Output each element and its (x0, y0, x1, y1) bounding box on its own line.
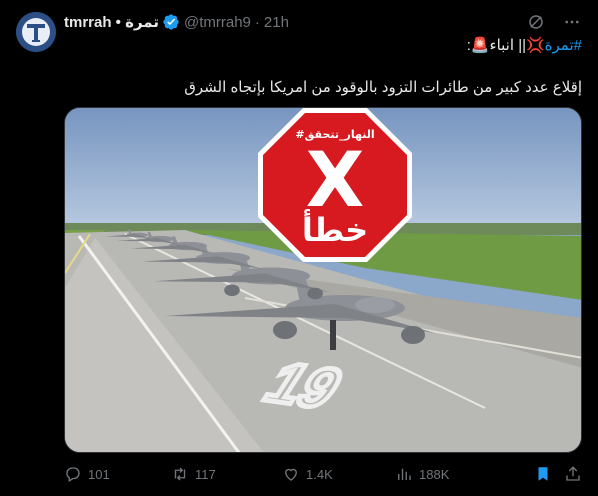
timestamp[interactable]: 21h (264, 14, 289, 31)
retweet-count: 117 (195, 466, 216, 482)
share-button[interactable] (564, 465, 582, 483)
tweet-prefix-text: 💢|| انباء🚨: (466, 37, 545, 54)
avatar[interactable] (16, 12, 56, 52)
action-bar: 101 117 1.4K 188K (64, 463, 582, 485)
hashtag-link[interactable]: #تمرة (545, 37, 582, 54)
author-name[interactable]: tmrrah • تمرة (64, 13, 159, 31)
tweet-image[interactable]: 19 #النهار_تتحقق X خطأ (64, 107, 582, 453)
separator-dot: · (254, 13, 260, 31)
bookmark-button[interactable] (534, 465, 552, 483)
like-count: 1.4K (306, 466, 333, 482)
avatar-logo (16, 12, 56, 52)
fact-check-stamp: #النهار_تتحقق X خطأ (258, 108, 412, 262)
retweet-button[interactable]: 117 (171, 465, 216, 483)
author-handle[interactable]: @tmrrah9 (184, 14, 251, 31)
reply-count: 101 (88, 466, 110, 482)
share-icon (566, 466, 580, 481)
views-count: 188K (419, 466, 450, 482)
grok-icon[interactable] (526, 12, 546, 32)
tweet-line-1: #تمرة💢|| انباء🚨: (64, 36, 582, 56)
like-icon (285, 468, 297, 481)
retweet-icon (174, 467, 186, 481)
stamp-word: خطأ (302, 209, 368, 249)
views-icon (398, 468, 411, 480)
verified-badge-icon (162, 13, 180, 31)
reply-icon (66, 467, 80, 482)
bookmark-icon (538, 467, 548, 481)
tweet-line-2: إقلاع عدد كبير من طائرات التزود بالوقود … (184, 79, 582, 96)
tweet-header: tmrrah • تمرة @tmrrah9 · 21h (64, 12, 582, 32)
more-icon[interactable] (562, 12, 582, 32)
like-button[interactable]: 1.4K (282, 465, 333, 483)
reply-button[interactable]: 101 (64, 465, 110, 483)
views-button[interactable]: 188K (395, 465, 449, 483)
